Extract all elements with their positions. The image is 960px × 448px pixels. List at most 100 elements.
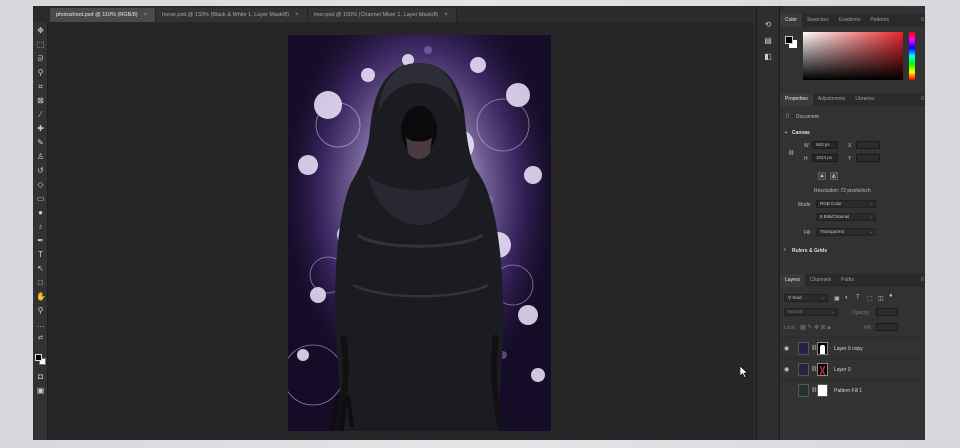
portrait-orientation-button[interactable]: ▲ bbox=[818, 172, 826, 180]
tab-paths[interactable]: Paths bbox=[836, 274, 859, 287]
chevron-right-icon[interactable]: › bbox=[784, 247, 786, 253]
foreground-color-chip[interactable] bbox=[785, 36, 793, 44]
width-label: W bbox=[804, 143, 809, 149]
mode-value: RGB Color bbox=[820, 201, 842, 206]
layer-row-pattern-fill-1[interactable]: ⛓ Pattern Fill 1 bbox=[780, 379, 920, 400]
document-canvas[interactable] bbox=[288, 35, 551, 431]
x-label: X bbox=[848, 143, 852, 149]
canvas-area[interactable] bbox=[49, 22, 754, 440]
layer-name[interactable]: Pattern Fill 1 bbox=[834, 388, 862, 394]
type-tool-icon[interactable]: T bbox=[36, 250, 45, 259]
tab-swatches[interactable]: Swatches bbox=[802, 14, 834, 27]
link-icon[interactable]: ⛓ bbox=[788, 150, 794, 156]
color-field[interactable] bbox=[803, 32, 903, 80]
filter-type-icon[interactable]: T bbox=[856, 295, 860, 301]
brush-tool-icon[interactable]: ✎ bbox=[36, 138, 45, 147]
history-panel-icon[interactable]: ⟲ bbox=[763, 20, 773, 30]
filter-smart-object-icon[interactable]: ◫ bbox=[878, 295, 884, 302]
layer-mask-thumbnail[interactable] bbox=[817, 342, 828, 355]
fill-field[interactable] bbox=[876, 323, 898, 331]
eye-icon[interactable]: ◉ bbox=[784, 366, 789, 373]
bit-depth-dropdown[interactable]: 8 Bits/Channel ⌄ bbox=[816, 213, 876, 221]
tab-properties[interactable]: Properties bbox=[780, 93, 813, 106]
fill-label: Fill bbox=[804, 230, 811, 236]
rulers-grids-header[interactable]: Rulers & Grids bbox=[792, 248, 827, 254]
clone-stamp-tool-icon[interactable]: ♙ bbox=[36, 152, 45, 161]
tab-photoshoot[interactable]: photoshoot.psd @ 110% (RGB/8) × bbox=[50, 8, 157, 22]
mode-label: Mode bbox=[798, 202, 811, 208]
eye-icon[interactable]: ◉ bbox=[784, 345, 789, 352]
comments-panel-icon[interactable]: ▤ bbox=[763, 36, 773, 46]
lock-icons[interactable]: ▦ ✎ ✥ ⊠ 🔒︎ bbox=[800, 324, 831, 332]
pen-tool-icon[interactable]: ✒ bbox=[36, 236, 45, 245]
filter-pixel-icon[interactable]: ▣ bbox=[834, 295, 840, 302]
hand-tool-icon[interactable]: ✋ bbox=[36, 292, 46, 301]
filter-shape-icon[interactable]: ⬚ bbox=[867, 295, 873, 302]
height-field[interactable]: 1024 px bbox=[812, 154, 838, 162]
close-icon[interactable]: × bbox=[144, 12, 148, 18]
filter-adjustment-icon[interactable]: ◐ bbox=[845, 295, 849, 301]
panel-menu-icon[interactable]: ≡ bbox=[920, 277, 924, 283]
collapsed-panels-column: ⟲ ▤ ◧ bbox=[756, 6, 778, 440]
fill-dropdown[interactable]: Transparent ⌄ bbox=[816, 228, 876, 236]
crop-tool-icon[interactable]: ⌗ bbox=[36, 82, 45, 91]
move-tool-icon[interactable]: ✥ bbox=[36, 26, 45, 35]
tab-layers[interactable]: Layers bbox=[780, 274, 806, 287]
frame-tool-icon[interactable]: ⊠ bbox=[36, 96, 45, 105]
actions-panel-icon[interactable]: ◧ bbox=[763, 52, 773, 62]
layer-row-layer-0[interactable]: ◉ ⛓ Layer 0 bbox=[780, 358, 920, 379]
swap-colors-icon[interactable]: ⇄ bbox=[36, 334, 45, 343]
layer-mask-thumbnail[interactable] bbox=[817, 363, 828, 376]
blend-mode-dropdown[interactable]: Normal ⌄ bbox=[784, 308, 838, 316]
opacity-field[interactable] bbox=[876, 308, 898, 316]
layer-name[interactable]: Layer 0 copy bbox=[834, 346, 863, 352]
filter-toggle-icon[interactable]: ● bbox=[889, 293, 893, 299]
eraser-tool-icon[interactable]: ◇ bbox=[36, 180, 45, 189]
tab-color[interactable]: Color bbox=[780, 14, 802, 27]
quick-select-tool-icon[interactable]: ⚲ bbox=[36, 68, 45, 77]
tab-horse[interactable]: horse.psd @ 133% (Black & White 1, Layer… bbox=[156, 8, 308, 22]
panel-menu-icon[interactable]: ≡ bbox=[920, 96, 924, 102]
width-field[interactable]: 683 px bbox=[812, 141, 838, 149]
chevron-down-icon[interactable]: ⌄ bbox=[784, 129, 788, 135]
tab-river[interactable]: river.psd @ 100% (Channel Mixer 1, Layer… bbox=[307, 8, 457, 22]
landscape-orientation-button[interactable]: ◭ bbox=[830, 172, 838, 180]
zoom-tool-icon[interactable]: ⚲ bbox=[36, 306, 45, 315]
screen-mode-icon[interactable]: ▣ bbox=[36, 386, 45, 395]
layer-name[interactable]: Layer 0 bbox=[834, 367, 851, 373]
hue-slider[interactable] bbox=[909, 32, 915, 80]
layer-row-layer-0-copy[interactable]: ◉ ⛓ Layer 0 copy bbox=[780, 337, 920, 358]
x-field[interactable] bbox=[856, 141, 880, 149]
path-select-tool-icon[interactable]: ↖ bbox=[36, 264, 45, 273]
foreground-color-swatch[interactable] bbox=[35, 354, 42, 361]
history-brush-tool-icon[interactable]: ↺ bbox=[36, 166, 45, 175]
layer-mask-thumbnail[interactable] bbox=[817, 384, 828, 397]
bit-depth-value: 8 Bits/Channel bbox=[820, 214, 850, 219]
chevron-down-icon: ⌄ bbox=[831, 309, 835, 314]
dodge-tool-icon[interactable]: ♁ bbox=[36, 222, 45, 231]
resolution-text: Resolution: 72 pixels/inch bbox=[814, 188, 871, 194]
tab-gradients[interactable]: Gradients bbox=[834, 14, 866, 27]
rectangle-tool-icon[interactable]: □ bbox=[36, 278, 45, 287]
eyedropper-tool-icon[interactable]: ⁄ bbox=[36, 110, 45, 119]
blend-mode-value: Normal bbox=[788, 309, 803, 314]
marquee-tool-icon[interactable]: ⬚ bbox=[36, 40, 45, 49]
y-field[interactable] bbox=[856, 154, 880, 162]
panel-menu-icon[interactable]: ≡ bbox=[920, 17, 924, 23]
tab-adjustments[interactable]: Adjustments bbox=[813, 93, 851, 106]
gradient-tool-icon[interactable]: ▭ bbox=[36, 194, 45, 203]
more-tools-icon[interactable]: … bbox=[36, 320, 45, 329]
layer-thumbnail bbox=[798, 342, 809, 355]
healing-brush-tool-icon[interactable]: ✚ bbox=[36, 124, 45, 133]
mouse-cursor-icon bbox=[740, 366, 748, 378]
blur-tool-icon[interactable]: ● bbox=[36, 208, 45, 217]
mode-dropdown[interactable]: RGB Color ⌄ bbox=[816, 200, 876, 208]
layer-filter-dropdown[interactable]: ⚲ Kind ⌄ bbox=[784, 294, 828, 302]
tab-patterns[interactable]: Patterns bbox=[865, 14, 894, 27]
close-icon[interactable]: × bbox=[295, 12, 299, 18]
close-icon[interactable]: × bbox=[444, 12, 448, 18]
tab-channels[interactable]: Channels bbox=[805, 274, 836, 287]
lasso-tool-icon[interactable]: ᘐ bbox=[36, 54, 45, 63]
quick-mask-icon[interactable]: ◘ bbox=[36, 372, 45, 381]
tab-libraries[interactable]: Libraries bbox=[850, 93, 879, 106]
